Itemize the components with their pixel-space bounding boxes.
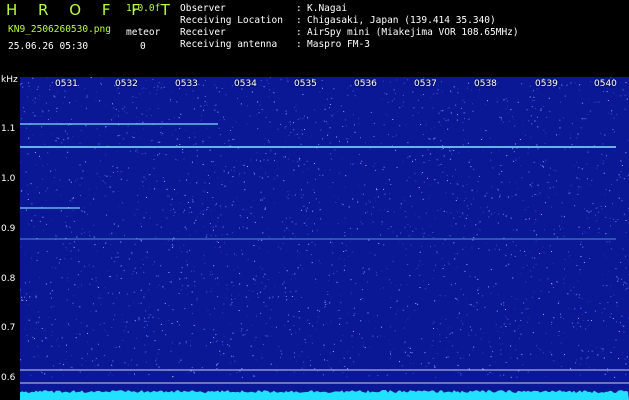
y-tick-label: 0.7 (1, 323, 16, 333)
x-tick-label: 0537 (414, 79, 437, 89)
location-value: Chigasaki, Japan (139.414 35.340) (307, 15, 496, 26)
x-tick-label: 0536 (354, 79, 377, 89)
y-tick-label: 1.1 (1, 124, 16, 134)
x-tick-label: 0540 (594, 79, 617, 89)
filename-label: KN9_2506260530.png (8, 24, 111, 35)
waterfall-spectrogram (20, 77, 629, 400)
x-tick-label: 0531 (55, 79, 78, 89)
y-tick-label: 0.9 (1, 224, 16, 234)
antenna-value: Maspro FM-3 (307, 39, 370, 50)
x-tick-label: 0539 (535, 79, 558, 89)
noise-speckle (20, 77, 629, 378)
observer-label: Observer (180, 3, 226, 14)
colon: : (296, 39, 302, 50)
datetime-label: 25.06.26 05:30 (8, 41, 89, 52)
receiver-value: AirSpy mini (Miakejima VOR 108.65MHz) (307, 27, 519, 38)
noise-floor (20, 390, 629, 400)
y-tick-label: 0.8 (1, 274, 16, 284)
header-panel: H R O F F T 1.0.0f KN9_2506260530.png me… (0, 0, 629, 74)
receiver-label: Receiver (180, 27, 226, 38)
x-tick-label: 0534 (234, 79, 257, 89)
colon: : (296, 27, 302, 38)
y-axis-unit: kHz (1, 75, 18, 85)
x-tick-label: 0532 (115, 79, 138, 89)
x-tick-label: 0538 (474, 79, 497, 89)
x-tick-label: 0533 (175, 79, 198, 89)
antenna-label: Receiving antenna (180, 39, 278, 50)
x-tick-label: 0535 (294, 79, 317, 89)
version-label: 1.0.0f (126, 3, 161, 14)
meteor-count: 0 (140, 41, 146, 52)
colon: : (296, 15, 302, 26)
colon: : (296, 3, 302, 14)
location-label: Receiving Location (180, 15, 283, 26)
observer-value: K.Nagai (307, 3, 348, 14)
meteor-label: meteor (126, 27, 161, 38)
y-tick-label: 0.6 (1, 373, 16, 383)
y-tick-label: 1.0 (1, 174, 16, 184)
